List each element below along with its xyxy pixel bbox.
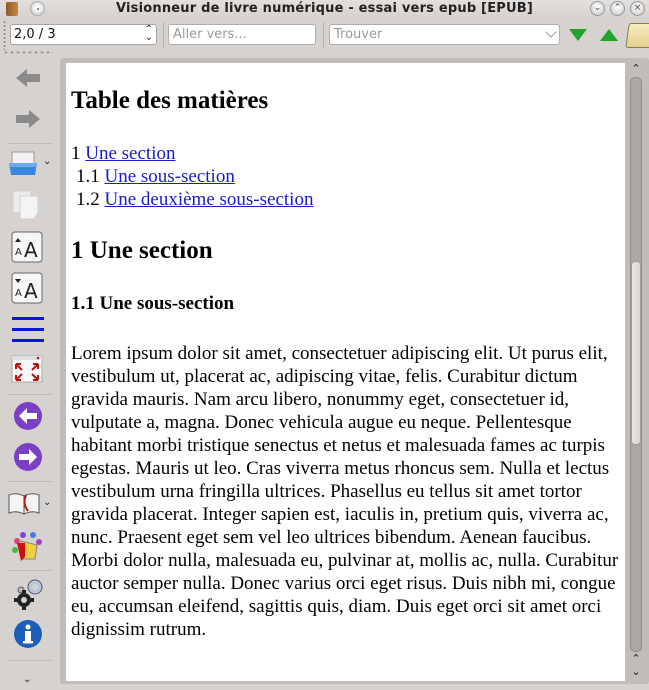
toolbar-separator bbox=[163, 22, 164, 48]
font-smaller-button[interactable]: A A bbox=[6, 271, 50, 307]
preferences-button[interactable] bbox=[6, 576, 50, 612]
toolbar-overflow-chevron-icon[interactable]: ⌄ bbox=[23, 674, 31, 685]
toc-entry: 1 Une section bbox=[71, 142, 313, 165]
body-paragraph: Lorem ipsum dolor sit amet, consectetuer… bbox=[71, 343, 619, 640]
toc-heading: Table des matières bbox=[71, 87, 269, 114]
toolbar-grip[interactable] bbox=[3, 20, 6, 50]
toc-number: 1 bbox=[71, 143, 81, 164]
forward-arrow-icon bbox=[16, 110, 40, 128]
minimize-button[interactable]: ⌄ bbox=[590, 1, 605, 16]
reference-mode-icon[interactable] bbox=[625, 23, 649, 48]
toc-entry: 1.2 Une deuxième sous-section bbox=[71, 188, 313, 211]
window-title: Visionneur de livre numérique - essai ve… bbox=[115, 1, 534, 16]
next-page-button[interactable] bbox=[6, 440, 50, 476]
previous-page-icon bbox=[14, 402, 42, 430]
copy-icon bbox=[12, 190, 39, 220]
chevron-down-icon[interactable]: ⌄ bbox=[43, 156, 51, 167]
scrollbar-handle[interactable] bbox=[631, 261, 641, 445]
font-larger-button[interactable]: A A bbox=[6, 230, 50, 266]
position-spinbox[interactable]: 2,0 / 3 ⌃ ⌄ bbox=[10, 24, 157, 45]
chevron-down-icon[interactable] bbox=[545, 26, 557, 38]
left-toolbar: ⌄ A A A A ⌄ ⌄ bbox=[0, 54, 60, 690]
svg-text:A: A bbox=[15, 288, 22, 299]
search-placeholder: Trouver bbox=[334, 27, 383, 42]
vertical-scrollbar[interactable]: ⌃ ⌃ ⌄ bbox=[627, 63, 645, 681]
document-view[interactable]: Table des matières 1 Une section 1.1 Une… bbox=[66, 63, 625, 681]
bookmarks-button[interactable]: ⌄ bbox=[6, 487, 51, 523]
themes-button[interactable] bbox=[6, 529, 50, 565]
table-of-contents-button[interactable] bbox=[6, 312, 50, 348]
toolbar-separator bbox=[323, 22, 324, 48]
sidebar-separator bbox=[8, 570, 52, 571]
scroll-down-icon[interactable]: ⌄ bbox=[629, 666, 643, 678]
info-icon bbox=[14, 620, 42, 648]
back-button[interactable] bbox=[6, 61, 50, 97]
search-combobox[interactable]: Trouver bbox=[329, 24, 560, 45]
find-next-icon[interactable] bbox=[569, 29, 587, 41]
toc-link-une-deuxieme-sous-section[interactable]: Une deuxième sous-section bbox=[105, 189, 314, 210]
svg-text:A: A bbox=[15, 247, 22, 258]
sidebar-separator bbox=[8, 481, 52, 482]
maximize-button[interactable]: ⌃ bbox=[610, 1, 625, 16]
theme-icon bbox=[12, 532, 42, 561]
table-of-contents-icon bbox=[12, 317, 44, 342]
toc-link-une-sous-section[interactable]: Une sous-section bbox=[105, 166, 235, 187]
font-size-smaller-icon: A A bbox=[11, 272, 43, 304]
toc-link-une-section[interactable]: Une section bbox=[85, 143, 175, 164]
bookmarks-icon bbox=[8, 493, 40, 515]
spin-arrows-icon[interactable]: ⌃ ⌄ bbox=[145, 25, 153, 43]
copy-button[interactable] bbox=[6, 187, 50, 223]
fullscreen-button[interactable] bbox=[6, 352, 50, 388]
svg-text:A: A bbox=[24, 279, 38, 303]
font-size-larger-icon: A A bbox=[11, 231, 43, 263]
toc-number: 1.1 bbox=[76, 166, 100, 187]
title-bar: Visionneur de livre numérique - essai ve… bbox=[0, 0, 649, 18]
sidebar-separator bbox=[8, 660, 52, 661]
sidebar-separator bbox=[8, 143, 52, 144]
subsection-heading: 1.1 Une sous-section bbox=[71, 293, 235, 314]
next-page-icon bbox=[14, 443, 42, 471]
position-value: 2,0 / 3 bbox=[14, 27, 56, 42]
toc-number: 1.2 bbox=[76, 189, 100, 210]
scroll-up-top-icon[interactable]: ⌃ bbox=[629, 63, 643, 75]
back-arrow-icon bbox=[16, 69, 40, 87]
table-of-contents: 1 Une section 1.1 Une sous-section 1.2 U… bbox=[71, 142, 313, 211]
open-folder-icon bbox=[9, 151, 37, 175]
sidebar-separator bbox=[8, 394, 52, 395]
find-previous-icon[interactable] bbox=[600, 29, 618, 41]
chevron-down-icon[interactable]: ⌄ bbox=[43, 497, 51, 508]
toc-entry: 1.1 Une sous-section bbox=[71, 165, 313, 188]
metadata-button[interactable] bbox=[6, 617, 50, 653]
svg-text:A: A bbox=[24, 238, 38, 262]
forward-button[interactable] bbox=[6, 102, 50, 138]
goto-input[interactable]: Aller vers... bbox=[168, 24, 316, 45]
close-button[interactable]: × bbox=[630, 1, 645, 16]
section-heading: 1 Une section bbox=[71, 237, 213, 264]
scroll-up-icon[interactable]: ⌃ bbox=[629, 653, 643, 665]
preferences-icon bbox=[14, 579, 43, 610]
fullscreen-icon bbox=[11, 355, 43, 383]
previous-page-button[interactable] bbox=[6, 399, 50, 435]
open-ebook-button[interactable]: ⌄ bbox=[6, 146, 51, 182]
goto-placeholder: Aller vers... bbox=[173, 27, 247, 42]
